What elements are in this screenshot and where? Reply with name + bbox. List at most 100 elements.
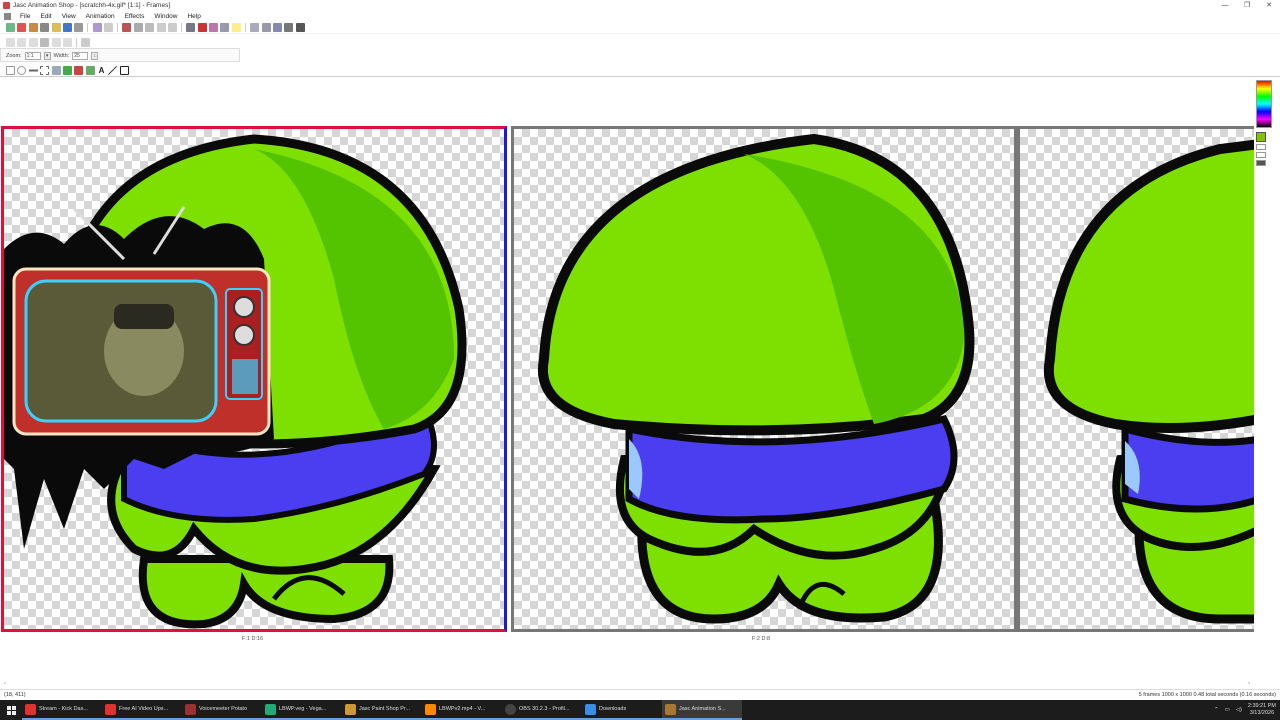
taskbar-item[interactable]: Free AI Video Ups... <box>102 700 182 720</box>
paint-shop-icon <box>345 703 356 715</box>
text-effect-icon[interactable] <box>272 23 282 32</box>
clock[interactable]: 2:39:21 PM 3/13/2026 <box>1248 703 1276 717</box>
tool-options-bar: Zoom: 1:1 ▾ Width: 25 ↕ <box>0 50 1280 62</box>
open-icon[interactable] <box>51 23 61 32</box>
toolbar-separator <box>181 23 183 32</box>
frames-canvas[interactable]: F:1 D:16 F:2 D:8 ‹ › <box>0 78 1254 684</box>
menu-bar: File Edit View Animation Effects Window … <box>0 11 1280 22</box>
transparent-swatch[interactable] <box>1256 152 1266 158</box>
frame-properties-icon[interactable] <box>284 23 294 32</box>
redo-icon[interactable] <box>104 23 113 32</box>
insert-frames-icon[interactable] <box>186 23 196 32</box>
image-effect-icon[interactable] <box>250 23 260 32</box>
scroll-left-icon[interactable]: ‹ <box>4 681 6 684</box>
menu-effects[interactable]: Effects <box>120 13 150 20</box>
frame-2[interactable] <box>511 126 1017 632</box>
banner-wizard-icon[interactable] <box>17 23 27 32</box>
cursor-coordinates: (18, 411) <box>4 692 26 698</box>
obs-icon <box>505 703 516 715</box>
taskbar-item[interactable]: LBWP.veg - Vega... <box>262 700 342 720</box>
tools-toolbar: A <box>0 64 1280 77</box>
close-button[interactable]: ✕ <box>1258 0 1280 11</box>
menu-help[interactable]: Help <box>182 13 205 20</box>
taskbar-item[interactable]: Stream - Kick Das... <box>22 700 102 720</box>
highlight-icon[interactable] <box>231 23 241 32</box>
paste-after-icon[interactable] <box>167 23 177 32</box>
next-frame-icon[interactable] <box>51 37 61 47</box>
stop-icon[interactable] <box>28 37 38 47</box>
dropper-tool-icon[interactable] <box>62 65 72 75</box>
paste-icon[interactable] <box>145 23 155 32</box>
mover-tool-icon[interactable] <box>28 65 38 75</box>
taskbar-item[interactable]: Downloads <box>582 700 662 720</box>
width-spin-icon[interactable]: ↕ <box>91 52 99 60</box>
help-context-icon[interactable] <box>295 23 305 32</box>
voicemeeter-icon <box>185 703 196 715</box>
menu-view[interactable]: View <box>57 13 81 20</box>
last-frame-icon[interactable] <box>62 37 72 47</box>
playback-toolbar <box>0 36 1280 48</box>
line-tool-icon[interactable] <box>108 65 118 75</box>
width-input[interactable]: 25 <box>72 52 89 60</box>
new-icon[interactable] <box>40 23 50 32</box>
menu-animation[interactable]: Animation <box>81 13 120 20</box>
toolbar-separator <box>244 23 246 32</box>
width-label: Width: <box>53 53 70 59</box>
save-icon[interactable] <box>62 23 72 32</box>
paintbrush-tool-icon[interactable] <box>74 65 84 75</box>
paste-before-icon[interactable] <box>156 23 166 32</box>
fill-tool-icon[interactable] <box>85 65 95 75</box>
taskbar-item[interactable]: Jasc Animation S... <box>662 700 742 720</box>
zoom-dropdown-icon[interactable]: ▾ <box>43 52 51 60</box>
tray-chevron-icon[interactable]: ⌃ <box>1214 707 1219 713</box>
crop-tool-icon[interactable] <box>40 65 50 75</box>
browser-icon <box>105 703 116 715</box>
frame-3[interactable] <box>1017 126 1254 632</box>
swap-colors-icon[interactable] <box>1256 160 1266 166</box>
first-frame-icon[interactable] <box>6 37 15 47</box>
volume-icon[interactable]: ◁) <box>1236 707 1242 713</box>
horizontal-scrollbar[interactable]: ‹ › <box>0 681 1254 684</box>
maximize-button[interactable]: ❐ <box>1236 0 1258 11</box>
shape-tool-icon[interactable] <box>119 65 129 75</box>
foreground-color-swatch[interactable] <box>1256 132 1266 142</box>
frame-1-label: F:1 D:16 <box>242 636 264 642</box>
zoom-tool-icon[interactable] <box>17 65 27 75</box>
network-icon[interactable]: ▭ <box>1225 707 1230 713</box>
undo-icon[interactable] <box>92 23 102 32</box>
toolbar-separator <box>87 23 89 32</box>
arrow-tool-icon[interactable] <box>6 65 15 75</box>
taskbar-item[interactable]: OBS 30.2.3 - Profil... <box>502 700 582 720</box>
text-tool-icon[interactable]: A <box>97 66 106 75</box>
delete-frames-icon[interactable] <box>197 23 207 32</box>
properties-icon[interactable] <box>209 23 218 32</box>
zoom-fit-icon[interactable] <box>81 37 91 47</box>
copy-icon[interactable] <box>133 23 143 32</box>
previous-frame-icon[interactable] <box>17 37 27 47</box>
taskbar-item[interactable]: LBWPv2.mp4 - V... <box>422 700 502 720</box>
print-icon[interactable] <box>74 23 84 32</box>
optimization-wizard-icon[interactable] <box>28 23 38 32</box>
background-color-swatch[interactable] <box>1256 144 1266 150</box>
play-icon[interactable] <box>40 37 50 47</box>
taskbar-item[interactable]: Voicemeeter Potato <box>182 700 262 720</box>
document-icon[interactable] <box>4 13 11 20</box>
view-animation-icon[interactable] <box>220 23 230 32</box>
taskbar-item[interactable]: Jasc Paint Shop Pr... <box>342 700 422 720</box>
cut-icon[interactable] <box>122 23 132 32</box>
start-button[interactable] <box>0 700 22 720</box>
frame-2-label: F:2 D:8 <box>752 636 771 642</box>
zoom-select[interactable]: 1:1 <box>24 52 41 60</box>
selection-tool-icon[interactable] <box>51 65 61 75</box>
menu-file[interactable]: File <box>15 13 35 20</box>
menu-edit[interactable]: Edit <box>35 13 56 20</box>
windows-icon <box>6 705 16 715</box>
scroll-right-icon[interactable]: › <box>1248 681 1250 684</box>
menu-window[interactable]: Window <box>149 13 182 20</box>
new-animation-wizard-icon[interactable] <box>6 23 15 32</box>
app-icon <box>3 2 10 9</box>
minimize-button[interactable]: — <box>1214 0 1236 11</box>
transition-effect-icon[interactable] <box>261 23 271 32</box>
color-spectrum[interactable] <box>1256 80 1272 128</box>
frame-1[interactable] <box>1 126 507 632</box>
